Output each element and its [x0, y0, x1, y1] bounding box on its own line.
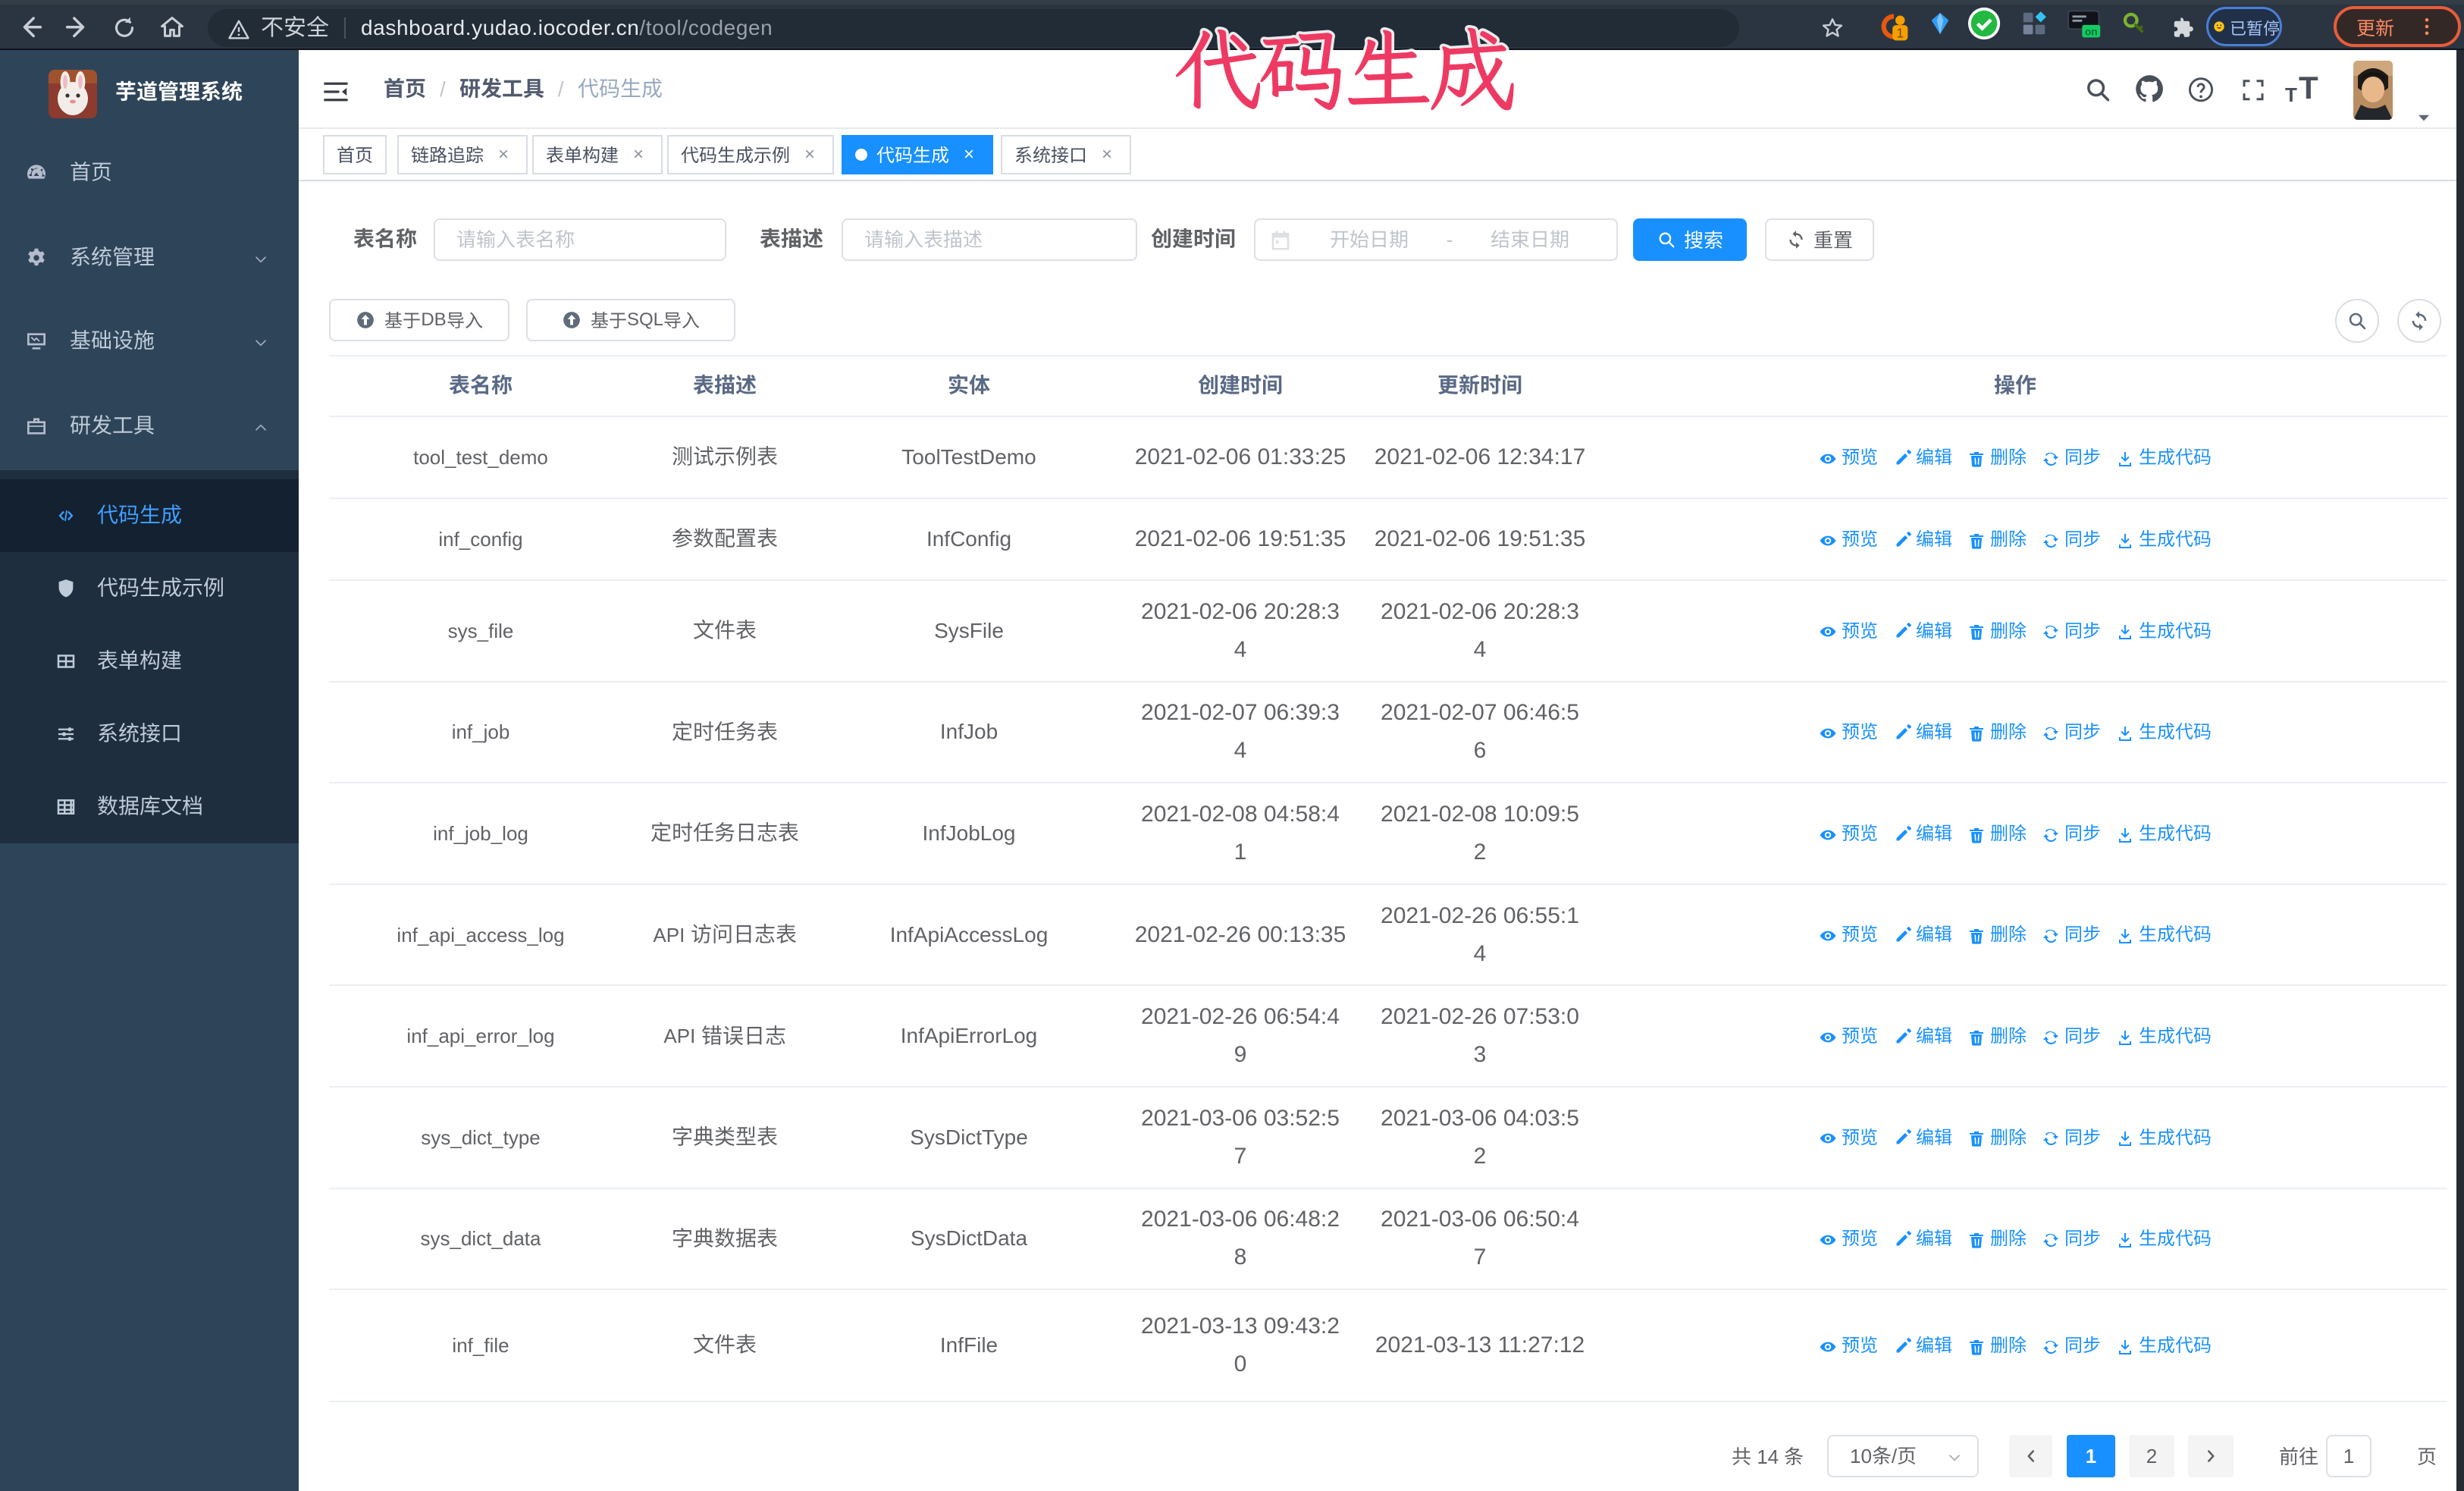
svg-text:on: on — [2085, 26, 2098, 37]
svg-text:1: 1 — [1896, 25, 1904, 40]
